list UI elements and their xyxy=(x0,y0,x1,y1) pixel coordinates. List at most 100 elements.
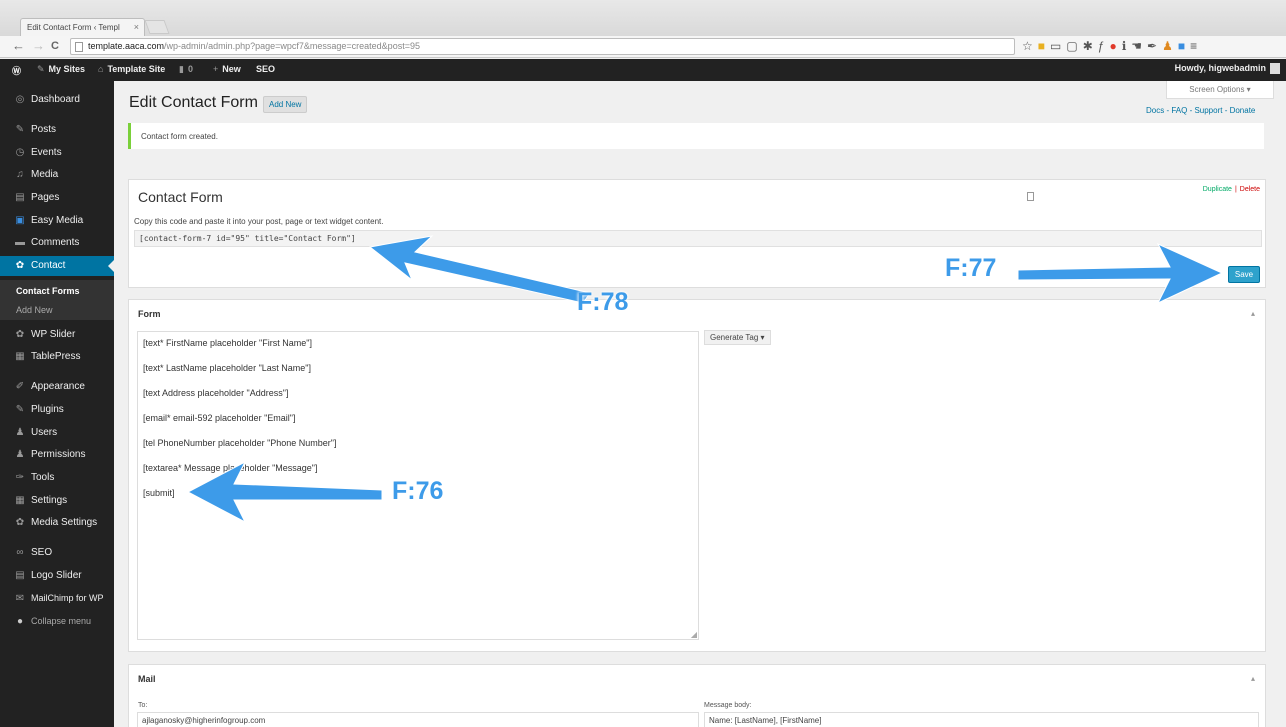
mail-box: Mail ▴ To: ajlaganosky@higherinfogroup.co… xyxy=(128,664,1266,727)
duplicate-link[interactable]: Duplicate xyxy=(1203,186,1232,193)
form-line: [text* LastName placeholder "Last Name"] xyxy=(143,363,311,373)
plugins-icon: ✎ xyxy=(15,404,25,415)
new-label: New xyxy=(222,64,241,74)
hand-icon[interactable]: ☚ xyxy=(1131,39,1147,53)
sidebar-item-posts[interactable]: ✎ Posts xyxy=(0,120,114,140)
sidebar-item-label: Users xyxy=(31,427,58,438)
sidebar-item-label: Media Settings xyxy=(31,517,98,528)
submenu-add-new[interactable]: Add New xyxy=(0,305,114,315)
collapse-toggle-icon[interactable]: ▴ xyxy=(1251,674,1255,683)
sidebar-item-wp-slider[interactable]: ✿ WP Slider xyxy=(0,325,114,345)
sidebar-item-comments[interactable]: ▬ Comments xyxy=(0,233,114,253)
url-path: /wp-admin/admin.php?page=wpcf7&message=c… xyxy=(164,41,420,51)
sidebar-item-media[interactable]: ♫ Media xyxy=(0,165,114,185)
info-icon[interactable]: ℹ xyxy=(1122,39,1132,53)
function-icon[interactable]: ƒ xyxy=(1098,39,1110,53)
gear-icon[interactable]: ✱ xyxy=(1083,39,1098,53)
mail-box-header[interactable]: Mail ▴ xyxy=(129,665,1265,691)
delete-link[interactable]: Delete xyxy=(1240,186,1260,193)
page-icon xyxy=(75,42,83,52)
sidebar-item-label: TablePress xyxy=(31,351,81,362)
url-bar[interactable]: template.aaca.com/wp-admin/admin.php?pag… xyxy=(70,38,1015,55)
back-icon[interactable]: ← xyxy=(12,39,25,53)
sidebar-item-appearance[interactable]: ✐ Appearance xyxy=(0,377,114,397)
comments-count: 0 xyxy=(187,64,193,74)
square-icon[interactable]: ▢ xyxy=(1066,39,1082,53)
sidebar-item-tablepress[interactable]: ▦ TablePress xyxy=(0,347,114,367)
howdy-label: Howdy, higwebadmin xyxy=(1174,63,1266,73)
account-menu[interactable]: Howdy, higwebadmin xyxy=(1174,63,1280,75)
sidebar-item-label: Permissions xyxy=(31,449,86,460)
browser-tab[interactable]: Edit Contact Form ‹ Templ × xyxy=(20,18,145,36)
seo-link[interactable]: SEO xyxy=(256,64,275,74)
my-sites-link[interactable]: ✎ My Sites xyxy=(37,64,85,75)
extension-icons: ☆■▭▢✱ƒ●ℹ☚✒♟■≡ xyxy=(1022,39,1202,53)
menu-icon[interactable]: ≡ xyxy=(1190,39,1202,53)
mail-to-field[interactable]: ajlaganosky@higherinfogroup.com xyxy=(137,712,699,727)
help-links[interactable]: Docs - FAQ - Support - Donate xyxy=(1146,106,1255,115)
submenu-contact-forms[interactable]: Contact Forms xyxy=(0,286,114,296)
media-icon: ♫ xyxy=(16,169,24,180)
sidebar-item-permissions[interactable]: ♟ Permissions xyxy=(0,445,114,465)
site-name-link[interactable]: ⌂ Template Site xyxy=(98,64,165,74)
pen-icon[interactable]: ✒ xyxy=(1147,39,1162,53)
sidebar-item-plugins[interactable]: ✎ Plugins xyxy=(0,400,114,420)
sidebar-item-pages[interactable]: ▤ Pages xyxy=(0,188,114,208)
sidebar-item-mailchimp[interactable]: ✉ MailChimp for WP xyxy=(0,589,114,609)
sidebar-item-settings[interactable]: ▦ Settings xyxy=(0,491,114,511)
save-button[interactable]: Save xyxy=(1228,266,1260,283)
tab-close-icon[interactable]: × xyxy=(134,22,139,32)
contact-form-title[interactable]: Contact Form xyxy=(138,189,223,205)
message-body-label: Message body: xyxy=(704,702,752,709)
comments-link[interactable]: ▮ 0 xyxy=(179,64,193,75)
form-line: [text* FirstName placeholder "First Name… xyxy=(143,338,312,348)
collapse-label: Collapse menu xyxy=(31,616,92,626)
plus-icon: + xyxy=(213,64,219,74)
wrench-icon: ✎ xyxy=(37,64,45,74)
sidebar-item-label: WP Slider xyxy=(31,329,76,340)
red-circle-icon[interactable]: ● xyxy=(1109,39,1121,53)
form-box-header[interactable]: Form ▴ xyxy=(129,300,1265,326)
form-line: [textarea* Message placeholder "Message"… xyxy=(143,463,318,473)
star-icon[interactable]: ☆ xyxy=(1022,39,1038,53)
sidebar-item-events[interactable]: ◷ Events xyxy=(0,143,114,163)
resize-handle-icon[interactable]: ◢ xyxy=(691,630,697,639)
sidebar-item-label: Logo Slider xyxy=(31,570,82,581)
sidebar-item-label: MailChimp for WP xyxy=(31,593,104,603)
sidebar-item-media-settings[interactable]: ✿ Media Settings xyxy=(0,513,114,533)
sidebar-item-contact[interactable]: ✿ Contact xyxy=(0,256,114,276)
pages-icon: ▤ xyxy=(15,192,25,203)
sidebar-item-easy-media[interactable]: ▣ Easy Media xyxy=(0,211,114,231)
contact-icon: ✿ xyxy=(15,260,25,271)
new-content-link[interactable]: + New xyxy=(213,64,241,74)
sidebar-item-seo[interactable]: ∞ SEO xyxy=(0,543,114,563)
forward-icon[interactable]: → xyxy=(32,39,45,53)
seo-icon: ∞ xyxy=(16,547,24,558)
mailchimp-icon: ✉ xyxy=(15,593,25,604)
collapse-toggle-icon[interactable]: ▴ xyxy=(1251,309,1255,318)
shortcode-field[interactable]: [contact-form-7 id="95" title="Contact F… xyxy=(134,230,1262,247)
collapse-icon: ● xyxy=(16,616,24,627)
reload-icon[interactable]: C xyxy=(51,39,59,53)
new-tab-button[interactable] xyxy=(144,20,170,34)
copy-icon[interactable] xyxy=(1027,192,1034,201)
sidebar-item-label: Pages xyxy=(31,192,60,203)
easy-media-icon: ▣ xyxy=(15,215,25,226)
add-new-button[interactable]: Add New xyxy=(263,96,308,113)
message-body-field[interactable]: Name: [LastName], [FirstName] xyxy=(704,712,1259,727)
site-name-label: Template Site xyxy=(107,64,166,74)
browser-toolbar: ← → C template.aaca.com/wp-admin/admin.p… xyxy=(0,36,1286,58)
sidebar-item-logo-slider[interactable]: ▤ Logo Slider xyxy=(0,566,114,586)
screen-options-button[interactable]: Screen Options ▾ xyxy=(1166,81,1274,99)
sidebar-item-tools[interactable]: ✑ Tools xyxy=(0,468,114,488)
sidebar-item-users[interactable]: ♟ Users xyxy=(0,423,114,443)
puzzle-icon[interactable]: ■ xyxy=(1038,39,1050,53)
sidebar-item-dashboard[interactable]: ◎ Dashboard xyxy=(0,90,114,110)
screen-icon[interactable]: ▭ xyxy=(1050,39,1066,53)
form-line: [text Address placeholder "Address"] xyxy=(143,388,289,398)
box-icon[interactable]: ■ xyxy=(1178,39,1190,53)
collapse-menu-button[interactable]: ● Collapse menu xyxy=(0,612,114,632)
person-icon[interactable]: ♟ xyxy=(1162,39,1178,53)
generate-tag-dropdown[interactable]: Generate Tag ▾ xyxy=(704,330,771,345)
wp-logo-icon[interactable]: Ⓦ xyxy=(12,64,21,77)
